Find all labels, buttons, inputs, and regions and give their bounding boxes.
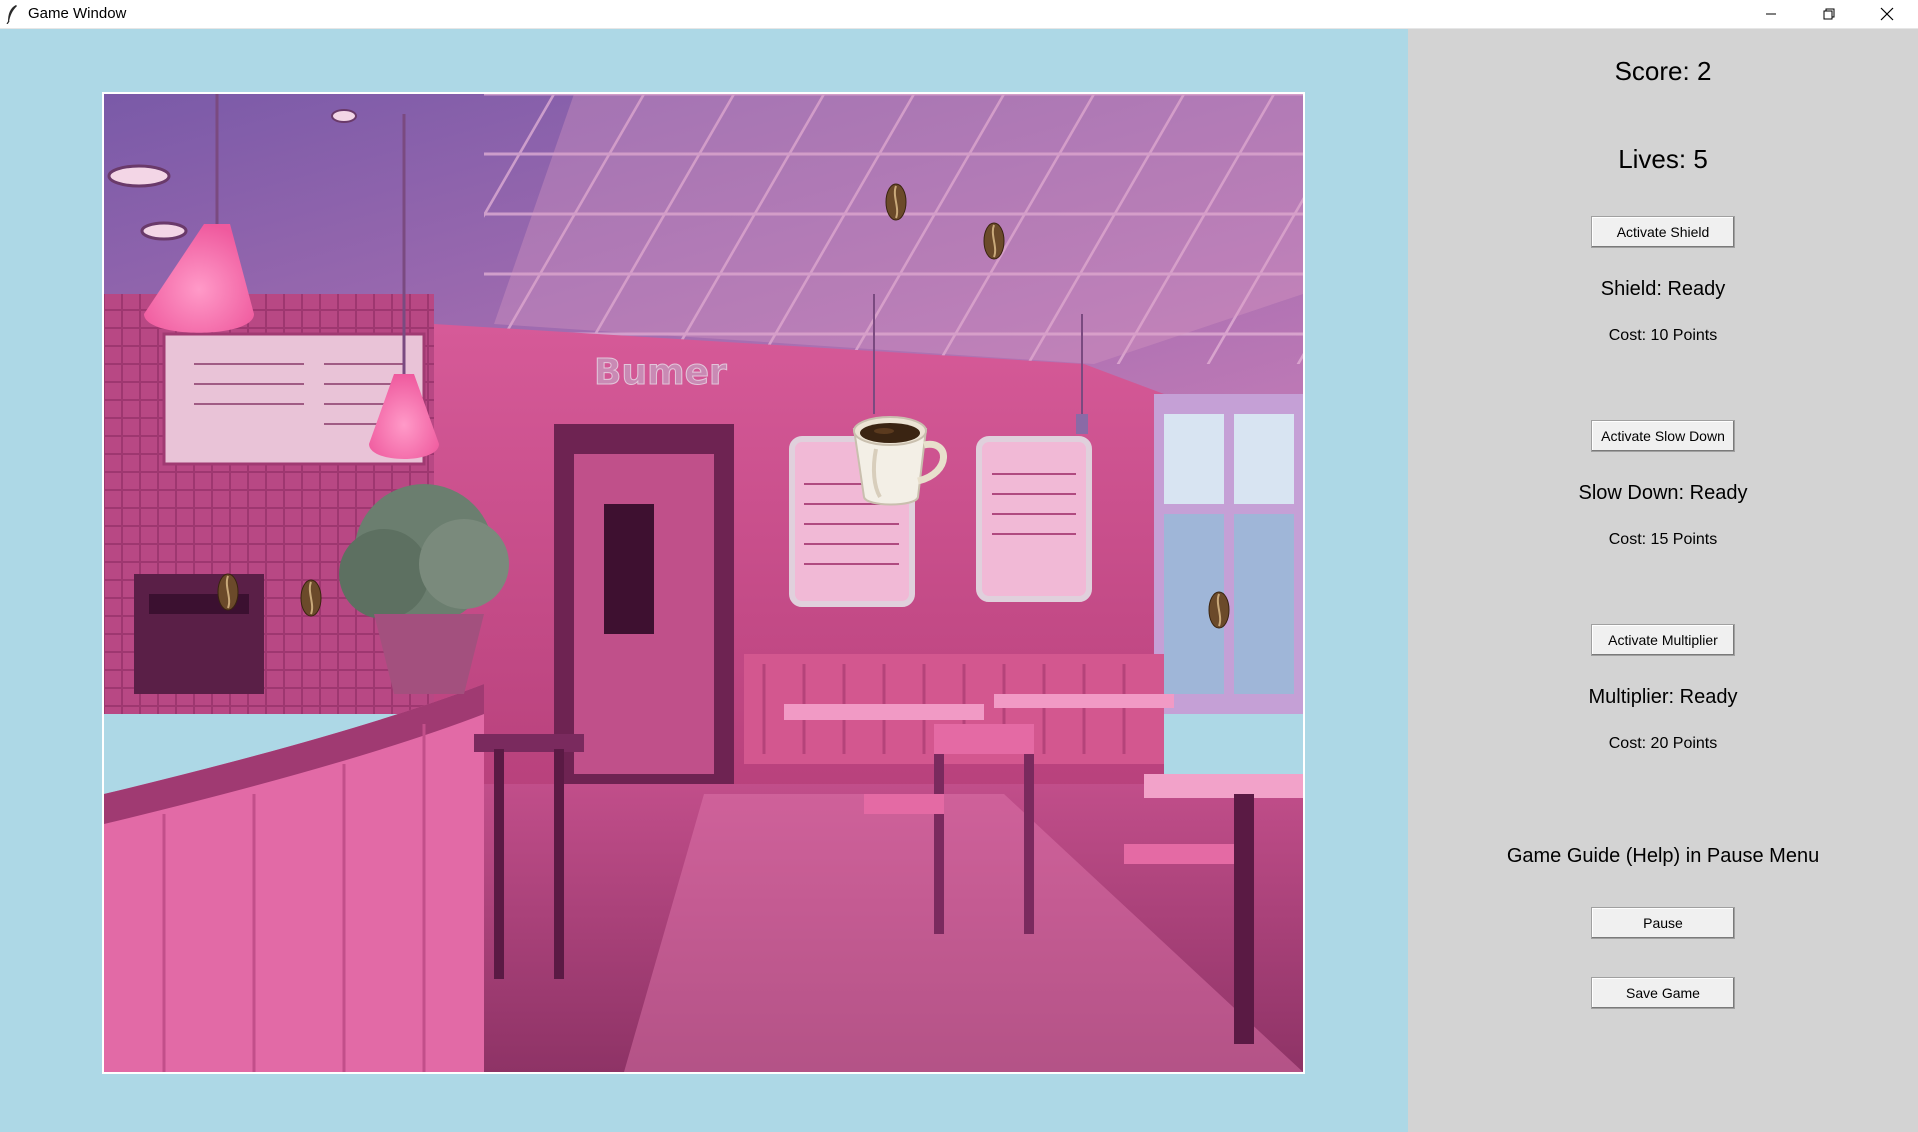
- game-guide-hint: Game Guide (Help) in Pause Menu: [1506, 845, 1820, 867]
- coffee-bean-icon: [217, 573, 239, 611]
- slow-down-status: Slow Down: Ready: [1578, 482, 1748, 504]
- coffee-bean-icon: [983, 222, 1005, 260]
- feather-app-icon: [6, 5, 17, 24]
- coffee-cup-player[interactable]: [846, 409, 958, 511]
- minimize-button[interactable]: [1742, 0, 1800, 28]
- coffee-bean-icon: [300, 579, 322, 617]
- coffee-shop-background: Bumer: [104, 94, 1303, 1072]
- activate-shield-button[interactable]: Activate Shield: [1591, 216, 1735, 248]
- shield-cost: Cost: 10 Points: [1608, 327, 1718, 344]
- svg-text:Bumer: Bumer: [594, 352, 727, 393]
- minimize-icon: [1766, 13, 1776, 15]
- shield-status: Shield: Ready: [1600, 278, 1726, 300]
- activate-multiplier-button[interactable]: Activate Multiplier: [1591, 624, 1735, 656]
- lives-label: Lives: 5: [1618, 144, 1708, 174]
- game-area: Bumer: [0, 29, 1408, 1132]
- close-icon: [1880, 7, 1894, 21]
- multiplier-status: Multiplier: Ready: [1588, 686, 1738, 708]
- game-canvas[interactable]: Bumer: [102, 92, 1305, 1074]
- save-game-button[interactable]: Save Game: [1591, 977, 1735, 1009]
- pause-button[interactable]: Pause: [1591, 907, 1735, 939]
- activate-slow-down-button[interactable]: Activate Slow Down: [1591, 420, 1735, 452]
- title-bar: Game Window: [0, 0, 1918, 29]
- coffee-bean-icon: [1208, 591, 1230, 629]
- restore-icon: [1823, 8, 1835, 20]
- score-label: Score: 2: [1614, 56, 1712, 86]
- close-button[interactable]: [1858, 0, 1916, 28]
- coffee-bean-icon: [885, 183, 907, 221]
- restore-button[interactable]: [1800, 0, 1858, 28]
- side-panel: Score: 2 Lives: 5 Activate Shield Shield…: [1408, 29, 1918, 1132]
- window-title: Game Window: [28, 5, 127, 22]
- multiplier-cost: Cost: 20 Points: [1608, 735, 1718, 752]
- slow-down-cost: Cost: 15 Points: [1608, 531, 1718, 548]
